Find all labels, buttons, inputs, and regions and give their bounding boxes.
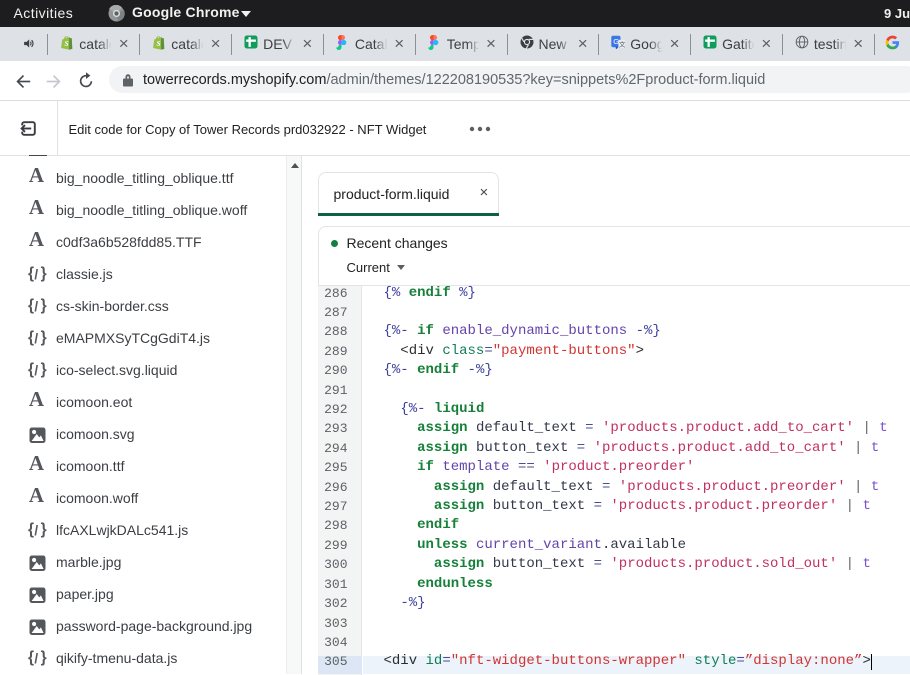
- svg-text:S: S: [65, 40, 69, 48]
- svg-text:S: S: [157, 40, 161, 48]
- svg-text:文: 文: [619, 39, 625, 48]
